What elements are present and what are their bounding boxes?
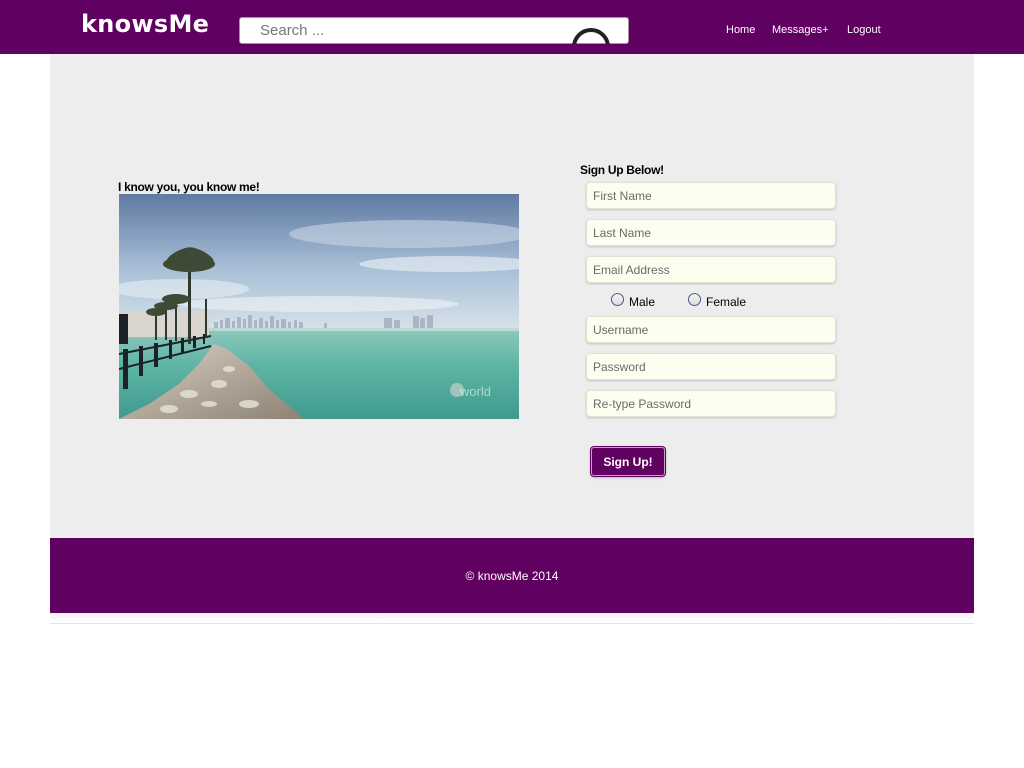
gender-male-label: Male	[629, 295, 656, 309]
gender-female-radio[interactable]	[688, 293, 701, 306]
hero-photo: world	[119, 194, 519, 419]
signup-button[interactable]: Sign Up!	[591, 447, 665, 476]
search-icon-clip	[239, 17, 629, 44]
nav-messages-link[interactable]: Messages+	[772, 24, 829, 38]
last-name-field[interactable]	[586, 219, 836, 246]
password-field[interactable]	[586, 353, 836, 380]
signup-title: Sign Up Below!	[580, 163, 664, 177]
footer-shadow	[50, 613, 974, 624]
search-icon[interactable]	[572, 28, 610, 44]
nav-home-link[interactable]: Home	[726, 24, 755, 38]
email-field[interactable]	[586, 256, 836, 283]
hero-tagline: I know you, you know me!	[118, 180, 260, 194]
first-name-field[interactable]	[586, 182, 836, 209]
retype-password-field[interactable]	[586, 390, 836, 417]
footer: © knowsMe 2014	[50, 538, 974, 613]
footer-copyright: © knowsMe 2014	[465, 569, 559, 583]
nav-logout-link[interactable]: Logout	[847, 24, 881, 38]
username-field[interactable]	[586, 316, 836, 343]
top-navbar: knowsMe Home Messages+ Logout	[0, 0, 1024, 54]
photo-watermark: world	[459, 384, 491, 399]
gender-male-radio[interactable]	[611, 293, 624, 306]
gender-female-label: Female	[706, 295, 747, 309]
site-logo[interactable]: knowsMe	[81, 10, 209, 38]
